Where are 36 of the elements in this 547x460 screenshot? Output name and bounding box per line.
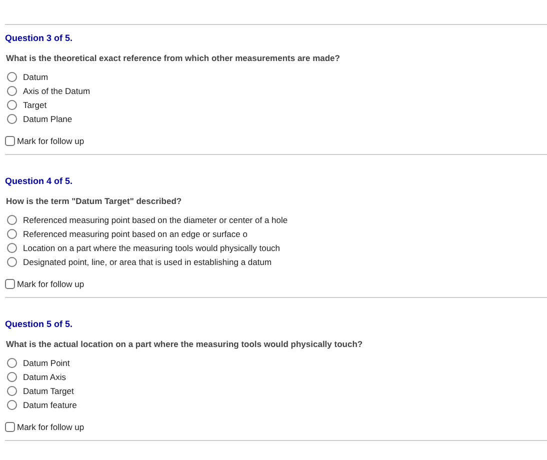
option-label: Datum feature xyxy=(23,400,77,410)
radio-button[interactable] xyxy=(7,386,17,396)
option-label: Datum Point xyxy=(23,358,70,368)
follow-up-checkbox[interactable] xyxy=(5,279,15,289)
option-label: Datum Plane xyxy=(23,114,72,124)
radio-button[interactable] xyxy=(7,229,17,239)
follow-up-label: Mark for follow up xyxy=(17,134,84,148)
radio-button[interactable] xyxy=(7,372,17,382)
radio-button[interactable] xyxy=(7,243,17,253)
option-label: Axis of the Datum xyxy=(23,86,90,96)
option-label: Designated point, line, or area that is used in establishing a datum xyxy=(23,256,272,268)
question-heading: Question 3 of 5. xyxy=(5,33,74,44)
option-label: Location on a part where the measuring tools would physically touch xyxy=(23,242,280,254)
follow-up-label: Mark for follow up xyxy=(17,420,84,434)
question-text: How is the term "Datum Target" described? xyxy=(6,196,183,207)
follow-up-checkbox[interactable] xyxy=(5,136,15,146)
option-label: Datum Axis xyxy=(23,372,66,382)
radio-button[interactable] xyxy=(7,100,17,110)
radio-button[interactable] xyxy=(7,358,17,368)
question-text: What is the theoretical exact reference from which other measurements are made? xyxy=(6,53,341,64)
radio-button[interactable] xyxy=(7,400,17,410)
radio-button[interactable] xyxy=(7,72,17,82)
option-label: Referenced measuring point based on the diameter or center of a hole xyxy=(23,214,288,226)
question-heading: Question 5 of 5. xyxy=(5,319,74,330)
radio-button[interactable] xyxy=(7,114,17,124)
radio-button[interactable] xyxy=(7,215,17,225)
follow-up-label: Mark for follow up xyxy=(17,278,84,290)
question-text: What is the actual location on a part where the measuring tools would physically touch? xyxy=(6,339,364,350)
option-label: Referenced measuring point based on an edge or surface o xyxy=(23,228,248,240)
option-label: Datum xyxy=(23,72,48,82)
follow-up-checkbox[interactable] xyxy=(5,422,15,432)
option-label: Target xyxy=(23,100,47,110)
radio-button[interactable] xyxy=(7,257,17,267)
radio-button[interactable] xyxy=(7,86,17,96)
option-label: Datum Target xyxy=(23,386,74,396)
question-heading: Question 4 of 5. xyxy=(5,176,74,187)
